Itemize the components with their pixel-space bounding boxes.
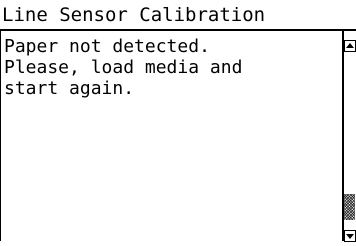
arrow-down-icon[interactable] [344,227,356,242]
scrollbar-thumb[interactable] [344,194,355,220]
message-panel: Paper not detected. Please, load media a… [0,31,344,241]
message-line: start again. [4,78,135,99]
window-title: Line Sensor Calibration [2,4,266,26]
message-text: Paper not detected. Please, load media a… [4,36,242,99]
vertical-scrollbar[interactable] [344,31,356,242]
arrow-up-icon[interactable] [344,37,356,52]
title-bar: Line Sensor Calibration [0,0,356,31]
message-line: Please, load media and [4,57,243,78]
message-line: Paper not detected. [4,36,210,57]
